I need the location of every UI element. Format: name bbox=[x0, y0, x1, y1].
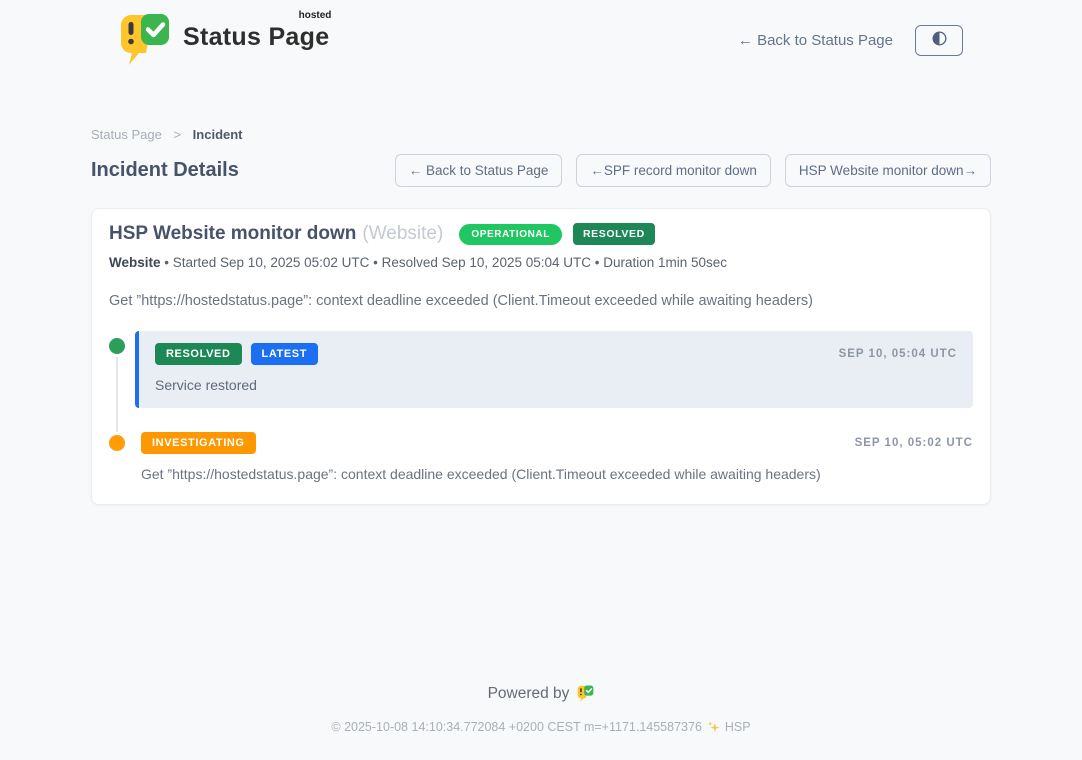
copyright-text: © 2025-10-08 14:10:34.772084 +0200 CEST … bbox=[331, 720, 702, 734]
incident-card: HSP Website monitor down (Website) OPERA… bbox=[91, 208, 991, 505]
incident-component: (Website) bbox=[362, 223, 443, 245]
page-title: Incident Details bbox=[91, 159, 239, 182]
sparkles-icon bbox=[707, 721, 720, 734]
incident-title: HSP Website monitor down bbox=[109, 223, 356, 245]
investigating-status-badge: INVESTIGATING bbox=[141, 432, 256, 454]
resolved-badge: RESOLVED bbox=[573, 223, 655, 245]
incident-description: Get ”https://hostedstatus.page”: context… bbox=[109, 293, 973, 309]
timeline-resolved-panel: RESOLVED LATEST SEP 10, 05:04 UTC Servic… bbox=[135, 331, 973, 408]
main-content: Status Page > Incident Incident Details … bbox=[91, 127, 991, 505]
copyright-line: © 2025-10-08 14:10:34.772084 +0200 CEST … bbox=[0, 720, 1082, 734]
meta-component: Website bbox=[109, 255, 161, 270]
copyright-brand: HSP bbox=[725, 720, 751, 734]
powered-by-logo-icon[interactable] bbox=[577, 685, 594, 703]
timeline-item-investigating: INVESTIGATING SEP 10, 05:02 UTC Get ”htt… bbox=[109, 432, 973, 482]
timeline-dot-resolved bbox=[109, 338, 125, 354]
breadcrumb: Status Page > Incident bbox=[91, 127, 991, 142]
timeline-message: Service restored bbox=[155, 377, 957, 393]
header-back-link[interactable]: ← Back to Status Page bbox=[738, 32, 893, 49]
timeline-connector-line bbox=[116, 356, 118, 434]
powered-by: Powered by bbox=[488, 685, 595, 703]
next-incident-button[interactable]: HSP Website monitor down→ bbox=[785, 154, 991, 187]
status-page-logo[interactable]: Status Page hosted bbox=[119, 13, 329, 67]
incident-nav-buttons: ← Back to Status Page ←SPF record monito… bbox=[395, 154, 991, 187]
operational-badge: OPERATIONAL bbox=[459, 224, 562, 245]
timeline-timestamp: SEP 10, 05:04 UTC bbox=[839, 348, 957, 360]
logo-text: Status Page bbox=[183, 23, 329, 51]
back-to-status-page-button[interactable]: ← Back to Status Page bbox=[395, 154, 563, 187]
timeline-message: Get ”https://hostedstatus.page”: context… bbox=[141, 466, 973, 482]
circle-half-icon bbox=[930, 29, 949, 51]
breadcrumb-separator: > bbox=[173, 127, 181, 142]
theme-toggle-button[interactable] bbox=[915, 25, 963, 56]
page-footer: Powered by © 2025-10-08 14:10:34.772084 … bbox=[0, 685, 1082, 760]
prev-incident-button[interactable]: ←SPF record monitor down bbox=[576, 154, 771, 187]
incident-meta: Website • Started Sep 10, 2025 05:02 UTC… bbox=[109, 255, 973, 270]
meta-details: • Started Sep 10, 2025 05:02 UTC • Resol… bbox=[164, 255, 727, 270]
logo-superscript: hosted bbox=[299, 10, 332, 21]
breadcrumb-incident: Incident bbox=[193, 127, 243, 142]
timeline-timestamp: SEP 10, 05:02 UTC bbox=[855, 437, 973, 449]
latest-badge: LATEST bbox=[251, 343, 319, 365]
site-header: Status Page hosted ← Back to Status Page bbox=[0, 0, 1082, 67]
resolved-status-badge: RESOLVED bbox=[155, 343, 242, 365]
status-page-logo-icon bbox=[119, 13, 171, 67]
breadcrumb-status-page[interactable]: Status Page bbox=[91, 127, 162, 142]
powered-by-label: Powered by bbox=[488, 685, 570, 703]
timeline-item-resolved: RESOLVED LATEST SEP 10, 05:04 UTC Servic… bbox=[109, 331, 973, 408]
timeline-dot-investigating bbox=[109, 435, 125, 451]
incident-timeline: RESOLVED LATEST SEP 10, 05:04 UTC Servic… bbox=[109, 331, 973, 482]
